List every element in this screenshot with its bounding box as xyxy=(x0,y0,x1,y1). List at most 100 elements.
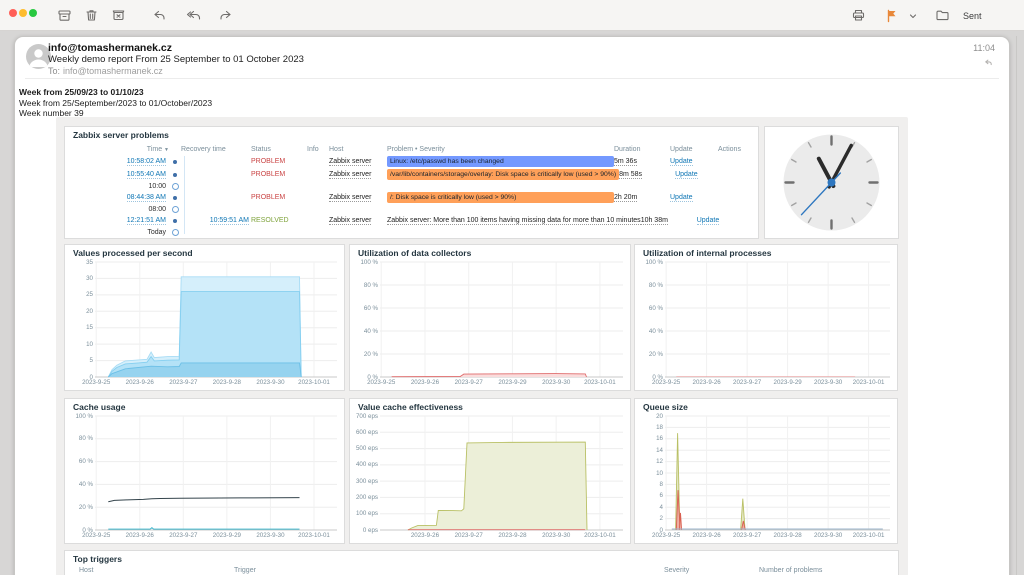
y-axis-tick: 80 % xyxy=(637,282,663,289)
duration-value: 5m 36s xyxy=(614,158,637,166)
print-icon xyxy=(851,8,866,23)
x-axis-tick: 2023-9-27 xyxy=(161,532,205,539)
junk-button[interactable] xyxy=(110,7,127,24)
chevron-down-icon xyxy=(909,12,917,20)
problem-time-link[interactable]: 08:44:38 AM xyxy=(127,194,166,202)
x-axis-tick: 2023-9-27 xyxy=(725,532,769,539)
x-axis-tick: 2023-9-27 xyxy=(161,379,205,386)
chart-queue-size: Queue size201816141210864202023-9-252023… xyxy=(634,398,898,544)
recovery-time-link[interactable]: 10:59:51 AM xyxy=(210,217,249,225)
problem-row: 08:44:38 AMPROBLEMZabbix server/: Disk s… xyxy=(65,191,758,204)
host-link[interactable]: Zabbix server xyxy=(329,217,371,225)
host-link[interactable]: Zabbix server xyxy=(329,171,371,179)
y-axis-tick: 60 % xyxy=(67,458,93,465)
problem-text: Zabbix server: More than 100 items havin… xyxy=(387,217,641,225)
analog-clock xyxy=(765,127,898,238)
x-axis-tick: 2023-10-01 xyxy=(847,379,891,386)
col-time[interactable]: Time ▼ xyxy=(73,146,169,153)
x-axis-tick: 2023-9-25 xyxy=(644,379,688,386)
window-zoom-button[interactable] xyxy=(29,9,37,17)
timeline-marker-label: 08:00 xyxy=(73,206,169,213)
print-button[interactable] xyxy=(850,7,867,24)
y-axis-tick: 300 eps xyxy=(352,478,378,485)
y-axis-tick: 16 xyxy=(637,435,663,442)
y-axis-tick: 20 % xyxy=(637,351,663,358)
y-axis-tick: 100 eps xyxy=(352,510,378,517)
panel-title: Zabbix server problems xyxy=(73,130,169,140)
mailbox-button[interactable] xyxy=(934,7,951,24)
timeline-marker-dot xyxy=(169,229,181,236)
x-axis-tick: 2023-10-01 xyxy=(847,532,891,539)
y-axis-tick: 100 % xyxy=(67,413,93,420)
y-axis-tick: 20 xyxy=(637,413,663,420)
update-link[interactable]: Update xyxy=(697,217,720,225)
status-label: PROBLEM xyxy=(251,171,307,178)
duration-value: 2h 20m xyxy=(614,194,637,202)
col-recovery-time: Recovery time xyxy=(181,146,251,153)
reply-button[interactable] xyxy=(151,7,168,24)
status-label: RESOLVED xyxy=(251,217,307,224)
header-divider xyxy=(25,78,999,79)
mailbox-name[interactable]: Sent xyxy=(963,11,982,21)
flag-button[interactable] xyxy=(883,7,900,24)
x-axis-tick: 2023-9-30 xyxy=(248,379,292,386)
y-axis-tick: 400 eps xyxy=(352,461,378,468)
x-axis-tick: 2023-9-30 xyxy=(534,532,578,539)
y-axis-tick: 40 % xyxy=(637,328,663,335)
problem-time-link[interactable]: 10:55:40 AM xyxy=(127,171,166,179)
col-duration: Duration xyxy=(614,146,670,153)
reply-all-button[interactable] xyxy=(184,7,201,24)
y-axis-tick: 40 % xyxy=(352,328,378,335)
y-axis-tick: 10 xyxy=(637,470,663,477)
to-label: To: xyxy=(48,66,60,76)
update-link[interactable]: Update xyxy=(670,158,693,166)
problem-row: 10:58:02 AMPROBLEMZabbix serverLinux: /e… xyxy=(65,155,758,168)
x-axis-tick: 2023-9-25 xyxy=(359,379,403,386)
chart-value-cache-effectiveness: Value cache effectiveness700 eps600 eps5… xyxy=(349,398,631,544)
trash-button[interactable] xyxy=(83,7,100,24)
problem-time-link[interactable]: 12:21:51 AM xyxy=(127,217,166,225)
problems-timeline xyxy=(184,156,185,234)
update-link[interactable]: Update xyxy=(670,194,693,202)
forward-button[interactable] xyxy=(217,7,234,24)
zabbix-problems-panel: Zabbix server problems Time ▼ Recovery t… xyxy=(64,126,759,239)
sender-address: info@tomashermanek.cz xyxy=(48,42,172,54)
host-link[interactable]: Zabbix server xyxy=(329,158,371,166)
email-message-card: info@tomashermanek.cz Weekly demo report… xyxy=(14,36,1010,575)
x-axis-tick: 2023-9-25 xyxy=(644,532,688,539)
y-axis-tick: 4 xyxy=(637,504,663,511)
chart-values-processed-per-second: Values processed per second3530252015105… xyxy=(64,244,345,391)
junk-icon xyxy=(111,8,126,23)
x-axis-tick: 2023-9-26 xyxy=(403,379,447,386)
y-axis-tick: 30 xyxy=(67,275,93,282)
x-axis-tick: 2023-9-27 xyxy=(447,532,491,539)
x-axis-tick: 2023-9-25 xyxy=(74,532,118,539)
host-link[interactable]: Zabbix server xyxy=(329,194,371,202)
chart-utilization-of-data-collectors: Utilization of data collectors100 %80 %6… xyxy=(349,244,631,391)
problem-time-link[interactable]: 10:58:02 AM xyxy=(127,158,166,166)
status-label: PROBLEM xyxy=(251,158,307,165)
flag-icon xyxy=(885,9,899,23)
y-axis-tick: 600 eps xyxy=(352,429,378,436)
chart-utilization-of-internal-processes: Utilization of internal processes100 %80… xyxy=(634,244,898,391)
y-axis-tick: 60 % xyxy=(352,305,378,312)
update-link[interactable]: Update xyxy=(675,171,698,179)
col-trigger: Trigger xyxy=(234,567,256,574)
archive-icon xyxy=(57,8,72,23)
zabbix-dashboard-image: Zabbix server problems Time ▼ Recovery t… xyxy=(56,117,908,575)
y-axis-tick: 25 xyxy=(67,291,93,298)
archive-button[interactable] xyxy=(56,7,73,24)
col-info: Info xyxy=(307,146,329,153)
y-axis-tick: 8 xyxy=(637,481,663,488)
reply-icon xyxy=(984,58,993,67)
col-actions: Actions xyxy=(718,146,752,153)
window-close-button[interactable] xyxy=(9,9,17,17)
col-host: Host xyxy=(79,567,93,574)
flag-menu-chevron[interactable] xyxy=(908,7,918,24)
window-minimize-button[interactable] xyxy=(19,9,27,17)
y-axis-tick: 15 xyxy=(67,324,93,331)
timeline-marker-label: 10:00 xyxy=(73,183,169,190)
x-axis-tick: 2023-10-01 xyxy=(292,532,336,539)
message-time: 11:04 xyxy=(973,43,995,53)
col-number-of-problems: Number of problems xyxy=(759,567,822,574)
